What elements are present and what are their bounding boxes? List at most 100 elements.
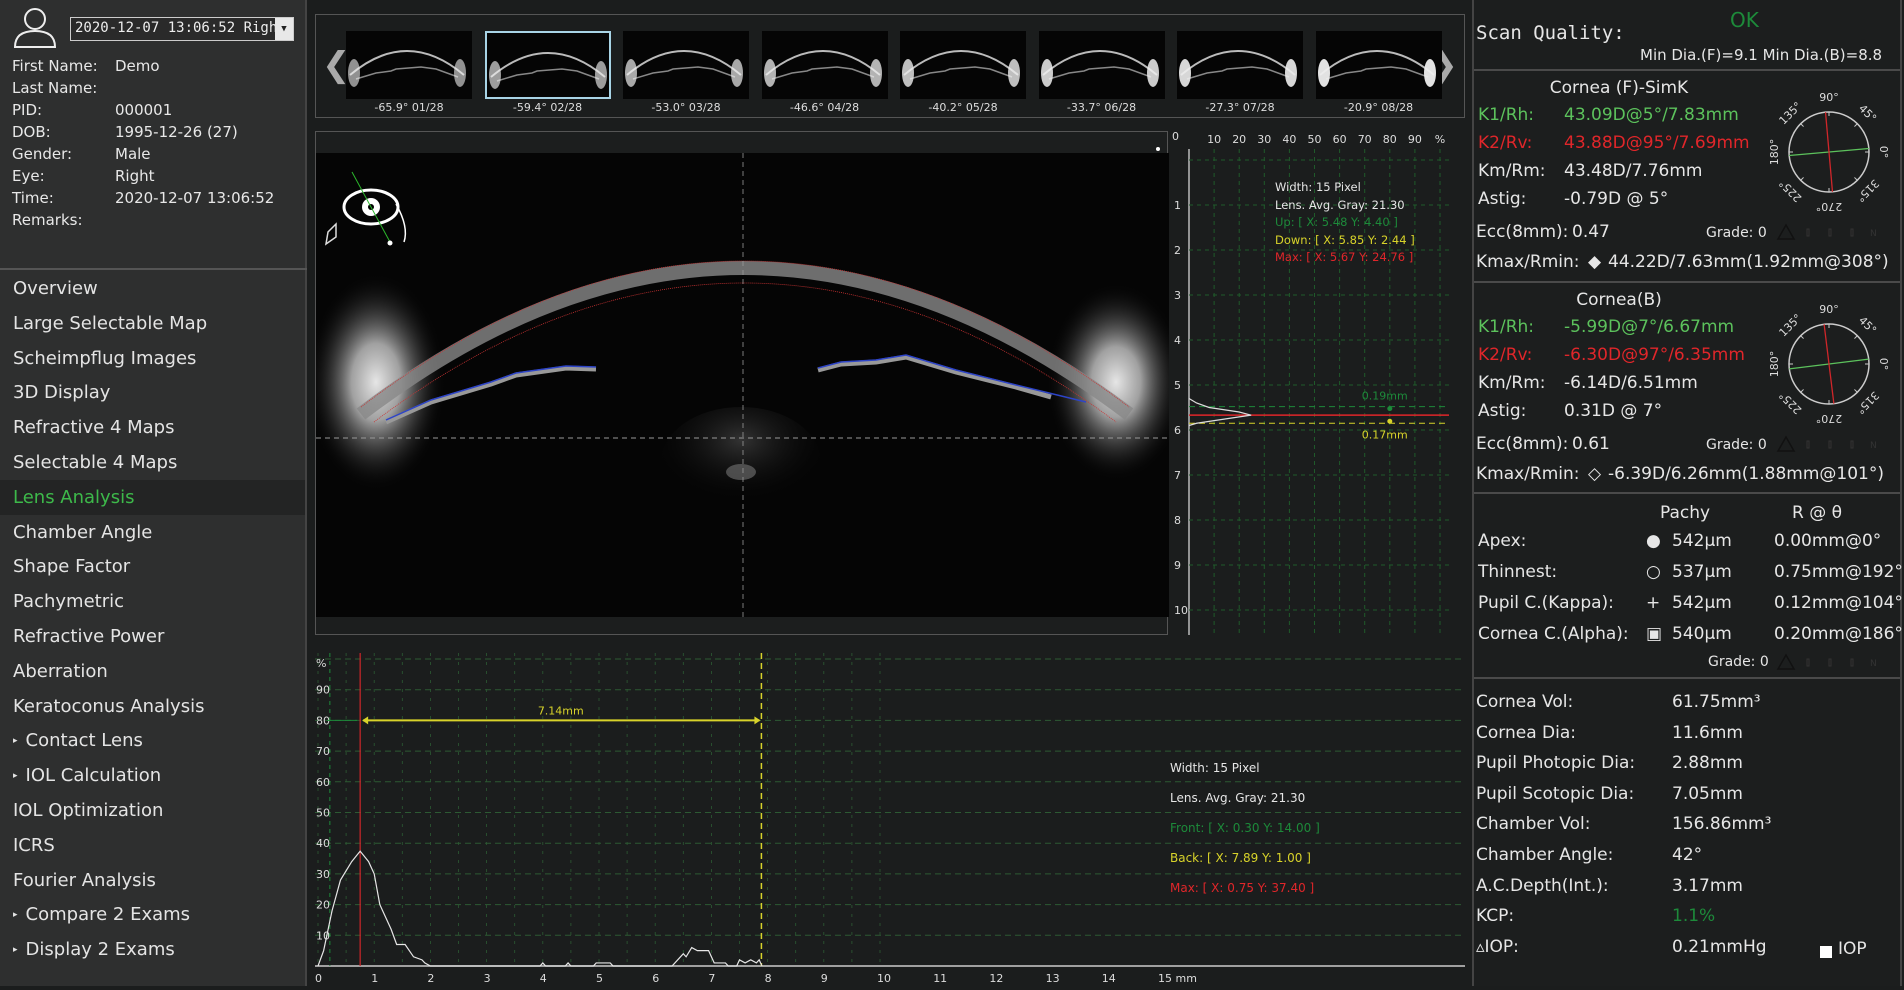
axis-compass: 90°45°0°315°270°225°180°135° (1768, 91, 1890, 213)
compass-label: 270° (1816, 200, 1843, 213)
thumbnail-label: -53.0° 03/28 (651, 101, 721, 114)
sidebar-item-selectable-4-maps[interactable]: Selectable 4 Maps (0, 445, 305, 480)
sidebar-item-pachymetric[interactable]: Pachymetric (0, 584, 305, 619)
patient-field-value: 1995-12-26 (27) (115, 123, 238, 141)
chart-front-text: Front: [ X: 0.30 Y: 14.00 ] (1170, 821, 1320, 835)
x-tick-label: 60 (1333, 133, 1347, 146)
profile-curve (1188, 397, 1252, 427)
patient-info: 2020-12-07 13:06:52 Right ▼ First Name: De… (0, 0, 307, 270)
compass-label: 0° (1877, 146, 1890, 159)
metric-label: Pupil Scotopic Dia: (1476, 783, 1635, 804)
section-title: Cornea (F)-SimK (1549, 78, 1689, 98)
x-tick-label: 13 (1046, 972, 1060, 985)
metric-value: 61.75mm³ (1672, 692, 1761, 712)
y-tick-label: 90 (316, 684, 330, 697)
sidebar: 2020-12-07 13:06:52 Right ▼ First Name: De… (0, 0, 307, 986)
sidebar-item-label: Lens Analysis (13, 486, 135, 508)
scheimpflug-thumbnail[interactable] (346, 31, 472, 99)
kmax-value: -6.39D/6.26mm(1.88mm@101°) (1608, 464, 1884, 484)
compass-label: 45° (1856, 102, 1879, 125)
sidebar-item-chamber-angle[interactable]: Chamber Angle (0, 515, 305, 550)
astig-value: 0.31D @ 7° (1564, 401, 1663, 421)
scheimpflug-thumbnail[interactable] (1038, 31, 1165, 99)
scheimpflug-thumbnail[interactable] (1315, 31, 1442, 99)
k1-value: -5.99D@7°/6.67mm (1564, 317, 1735, 337)
sidebar-item-scheimpflug-images[interactable]: Scheimpflug Images (0, 341, 305, 376)
y-tick-label: 1 (1174, 199, 1181, 212)
scheimpflug-thumbnail[interactable] (900, 31, 1026, 99)
thumbnail-label: -59.4° 02/28 (512, 101, 583, 114)
ecc-label: Ecc(8mm): (1476, 434, 1569, 454)
y-tick-label: 7 (1174, 469, 1181, 482)
svg-text:N: N (1870, 659, 1877, 669)
sidebar-item-lens-analysis[interactable]: Lens Analysis (0, 479, 305, 515)
x-tick-label: 1 (371, 972, 378, 985)
x-tick-label: 7 (708, 972, 715, 985)
sidebar-item-compare-2-exams[interactable]: ▸ Compare 2 Exams (0, 897, 305, 932)
exam-select[interactable]: 2020-12-07 13:06:52 Right ▼ (70, 17, 294, 41)
sidebar-item-3d-display[interactable]: 3D Display (0, 375, 305, 410)
metric-label: KCP: (1476, 906, 1515, 927)
scheimpflug-thumbnail[interactable] (623, 31, 749, 99)
x-tick-label: 50 (1308, 133, 1322, 146)
chart-max-text: Max: [ X: 0.75 Y: 37.40 ] (1170, 881, 1315, 895)
sidebar-item-icrs[interactable]: ICRS (0, 828, 305, 863)
sidebar-item-fourier-analysis[interactable]: Fourier Analysis (0, 863, 305, 898)
sidebar-item-label: IOL Calculation (25, 765, 162, 787)
thumbnail-image (625, 50, 743, 87)
sidebar-item-contact-lens[interactable]: ▸ Contact Lens (0, 723, 305, 758)
sidebar-item-refractive-power[interactable]: Refractive Power (0, 619, 305, 654)
x-tick-label: 30 (1257, 133, 1271, 146)
depth-profile-chart: 10 20 30 40 50 60 70 80 90% 0 1 2 3 4 5 6 7 8 9 10 0.19mm 0.1… (1169, 130, 1465, 635)
y-tick-label: 60 (316, 776, 330, 789)
compass-label: 90° (1819, 91, 1839, 104)
pachy-marker-icon: ○ (1646, 562, 1661, 582)
r-theta-value: 0.00mm@0° (1774, 531, 1882, 551)
grade-bar: N (1776, 653, 1877, 670)
patient-field-value: Male (115, 145, 151, 163)
thumbnail-label: -65.9° 01/28 (374, 101, 444, 114)
sidebar-item-iol-optimization[interactable]: IOL Optimization (0, 793, 305, 828)
x-tick-label: 10 (1207, 133, 1221, 146)
patient-field-label: Time: (12, 189, 54, 207)
sidebar-item-iol-calculation[interactable]: ▸ IOL Calculation (0, 758, 305, 793)
sidebar-item-large-selectable-map[interactable]: Large Selectable Map (0, 306, 305, 341)
profile-gray-text: Lens. Avg. Gray: 21.30 (1275, 197, 1405, 212)
scheimpflug-image-view[interactable] (306, 131, 1186, 635)
k1-label: K1/Rh: (1478, 317, 1535, 337)
sidebar-item-aberration[interactable]: Aberration (0, 654, 305, 689)
x-tick-label: % (1435, 133, 1445, 146)
pachy-value: 542µm (1672, 593, 1732, 613)
metric-value: 156.86mm³ (1672, 814, 1772, 835)
sidebar-item-keratoconus-analysis[interactable]: Keratoconus Analysis (0, 689, 305, 724)
metric-label: A.C.Depth(Int.): (1476, 875, 1609, 896)
pachy-row-label: Thinnest: (1478, 562, 1558, 582)
y-tick-label: 9 (1174, 559, 1181, 572)
iop-checkbox[interactable] (1820, 946, 1832, 958)
x-tick-label: 14 (1102, 972, 1116, 985)
scheimpflug-thumbnail[interactable] (484, 31, 611, 99)
scheimpflug-thumbnail[interactable] (1177, 31, 1303, 99)
metric-value: 11.6mm (1672, 722, 1743, 743)
thumbnail-image (1040, 50, 1159, 87)
sidebar-item-overview[interactable]: Overview (0, 271, 305, 306)
x-tick-label: 8 (765, 972, 772, 985)
warning-icon (1776, 223, 1796, 240)
cornea-back-section: Cornea(B) K1/Rh: -5.99D@7°/6.67mm K2/Rv: -6.… (1474, 284, 1900, 492)
scheimpflug-thumbnail[interactable] (761, 31, 888, 99)
grade-bar: N (1776, 435, 1877, 452)
y-tick-label: 40 (316, 837, 330, 850)
sidebar-item-label: Display 2 Exams (25, 939, 175, 961)
patient-field-value: 000001 (115, 101, 173, 119)
sidebar-item-shape-factor[interactable]: Shape Factor (0, 549, 305, 584)
pachy-marker-icon: + (1646, 593, 1661, 613)
thumbnail-label: -27.3° 07/28 (1205, 101, 1275, 114)
sidebar-item-display-2-exams[interactable]: ▸ Display 2 Exams (0, 932, 305, 967)
r-theta-value: 0.12mm@104° (1774, 593, 1903, 613)
chevron-down-icon[interactable]: ▼ (275, 18, 293, 40)
metric-label: ▵IOP: (1476, 936, 1519, 957)
sidebar-item-refractive-4-maps[interactable]: Refractive 4 Maps (0, 410, 305, 445)
sidebar-item-label: Selectable 4 Maps (13, 452, 178, 473)
compass-label: 45° (1856, 314, 1879, 337)
x-tick-label: 0 (315, 972, 322, 985)
